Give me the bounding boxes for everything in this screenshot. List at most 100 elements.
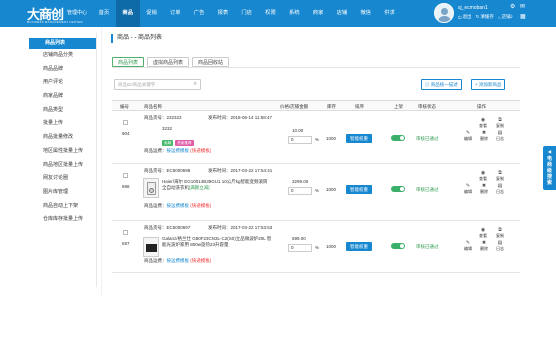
product-stock[interactable]: 1000 [326, 244, 336, 249]
freight-template-link[interactable]: 按运费模板 [167, 148, 190, 153]
sidebar-item[interactable]: 仓库库存批量上传 [29, 213, 96, 227]
edit-button[interactable]: ✎ 编辑 [461, 131, 475, 142]
sidebar-item-active[interactable]: 商品列表 [29, 38, 96, 49]
copy-button[interactable]: ⧉ 复制 [493, 228, 507, 239]
nav-item-8[interactable]: 系统 [282, 0, 306, 27]
sidebar-item[interactable]: 商品品牌 [29, 63, 96, 77]
onsale-toggle[interactable] [391, 135, 405, 141]
smart-weight-button[interactable]: 智能权重 [346, 185, 372, 194]
store-link[interactable]: ⌂ 店铺 [498, 14, 511, 20]
top-bar: 大商创 管理中心 BUSINESS MANAGEMENT CENTER 首页 商品… [0, 0, 556, 27]
product-title[interactable]: Haier/海尔 EG10014B39GU1 10公斤kg智能变频滚筒全自动洗衣… [162, 179, 272, 191]
exit-link[interactable]: ⏻ 退出 [458, 14, 472, 20]
product-price[interactable]: 3299.00 [292, 179, 308, 184]
sidebar-item[interactable]: 商品地区批量上传 [29, 159, 96, 173]
logo[interactable]: 大商创 管理中心 BUSINESS MANAGEMENT CENTER [27, 4, 87, 24]
freight-template-link[interactable]: 按运费模板 [167, 203, 190, 208]
delete-button[interactable]: ✖ 删除 [477, 184, 491, 195]
nav-item-9[interactable]: 商家 [306, 0, 330, 27]
nav-item-5[interactable]: 报表 [211, 0, 235, 27]
tab-0[interactable]: 商品列表 [112, 57, 145, 67]
log-button[interactable]: ▤ 日志 [493, 131, 507, 142]
grid-icon[interactable]: ▦ [520, 14, 526, 20]
nav-item-11[interactable]: 微信 [354, 0, 378, 27]
product-time: 发布时间：2017-03-22 17:53:53 [208, 225, 273, 230]
product-freight: 商品运费：按运费模板 (快递模板) [144, 148, 212, 153]
product-thumbnail[interactable] [143, 178, 159, 198]
row-checkbox[interactable] [123, 230, 128, 235]
product-freight: 商品运费：按运费模板 (快递模板) [144, 203, 212, 208]
sidebar-item[interactable]: 地区属性批量上传 [29, 145, 96, 159]
clear-cache-link[interactable]: ↻ 清缓存 [476, 14, 494, 20]
nav-item-12[interactable]: 供求 [378, 0, 402, 27]
product-id: 697 [122, 241, 130, 246]
delete-button[interactable]: ✖ 删除 [477, 131, 491, 142]
search-float-tab[interactable]: ◀ 电商级搜索 [543, 146, 556, 190]
product-tags: 免邮 热卖推荐 [162, 140, 196, 146]
row-checkbox[interactable] [123, 173, 128, 178]
product-price[interactable]: 10.00 [292, 128, 303, 133]
sidebar-item[interactable]: 店铺商品分类 [29, 49, 96, 63]
sidebar-item[interactable]: 商品批量修改 [29, 131, 96, 145]
bell-icon[interactable]: ♪ [510, 14, 516, 20]
nav-item-6[interactable]: 门店 [235, 0, 259, 27]
product-price[interactable]: 599.00 [292, 236, 306, 241]
copy-button[interactable]: ⧉ 复制 [493, 118, 507, 129]
copy-button[interactable]: ⧉ 复制 [493, 171, 507, 182]
main-nav: 首页 商品 促销 订单 广告 报表 门店 权限 系统 商家 店铺 微信 供求 [92, 0, 401, 27]
gear-icon[interactable]: ⚙ [510, 4, 516, 10]
onsale-toggle[interactable] [391, 186, 405, 192]
view-button[interactable]: ◉ 查看 [476, 118, 490, 129]
sidebar-item[interactable]: 批量上传 [29, 117, 96, 131]
percent-sign: % [315, 188, 320, 193]
percent-input[interactable]: 0 [288, 187, 312, 195]
sidebar-item[interactable]: 商品自动上下架 [29, 200, 96, 214]
view-button[interactable]: ◉ 查看 [476, 171, 490, 182]
nav-item-0[interactable]: 首页 [92, 0, 116, 27]
nav-item-3[interactable]: 订单 [163, 0, 187, 27]
sidebar-item[interactable]: 网友讨论圈 [29, 172, 96, 186]
product-title[interactable]: Galanz/格兰仕 G80F23CN3L-C2(S0)立品微波炉20L 智能光… [162, 236, 274, 248]
search-input[interactable]: 商品ID/商品关键字 ⌕ [114, 79, 201, 90]
audit-status: 审核已通过 [416, 187, 439, 192]
onsale-toggle[interactable] [391, 243, 405, 249]
table-row: 698 商品货号：EC5000698 发布时间：2017-03-22 17:54:4… [112, 164, 520, 221]
sidebar: 商品列表 店铺商品分类 商品品牌 用户评论 商家品牌 商品类型 批量上传 商品批量修改 地区属… [29, 33, 97, 287]
product-stock[interactable]: 1000 [326, 187, 336, 192]
nav-item-4[interactable]: 广告 [187, 0, 211, 27]
sidebar-item[interactable]: 用户评论 [29, 76, 96, 90]
edit-button[interactable]: ✎ 编辑 [461, 241, 475, 252]
nav-item-2[interactable]: 促销 [140, 0, 164, 27]
add-product-button[interactable]: + 添加新商品 [471, 79, 506, 90]
log-button[interactable]: ▤ 日志 [493, 241, 507, 252]
avatar[interactable] [434, 3, 454, 23]
sidebar-item[interactable]: 商家品牌 [29, 90, 96, 104]
nav-item-10[interactable]: 店铺 [330, 0, 354, 27]
nav-item-1[interactable]: 商品 [115, 0, 140, 27]
username[interactable]: sj_ecmoban1 [458, 5, 488, 11]
col-onsale: 上架 [394, 103, 403, 109]
smart-weight-button[interactable]: 智能权重 [346, 134, 372, 143]
sidebar-item[interactable]: 商品类型 [29, 104, 96, 118]
edit-button[interactable]: ✎ 编辑 [461, 184, 475, 195]
tab-2[interactable]: 商品回收站 [192, 57, 230, 67]
log-button[interactable]: ▤ 日志 [493, 184, 507, 195]
mail-icon[interactable]: ✉ [520, 4, 526, 10]
product-stock[interactable]: 1000 [326, 136, 336, 141]
row-checkbox[interactable] [123, 120, 128, 125]
percent-input[interactable]: 0 [288, 244, 312, 252]
product-title[interactable]: 3232 [162, 126, 172, 131]
freight-template-link[interactable]: 按运费模板 [167, 258, 190, 263]
col-no[interactable]: 编号 [120, 104, 129, 110]
tab-1[interactable]: 虚拟商品列表 [147, 57, 190, 67]
nav-item-7[interactable]: 权限 [259, 0, 283, 27]
smart-weight-button[interactable]: 智能权重 [346, 242, 372, 251]
sidebar-item[interactable]: 图片库管理 [29, 186, 96, 200]
delete-button[interactable]: ✖ 删除 [477, 241, 491, 252]
percent-input[interactable]: 0 [288, 136, 312, 144]
product-thumbnail[interactable] [143, 237, 159, 257]
search-icon[interactable]: ⌕ [194, 81, 197, 88]
table-row: 904 商品货号：232323 发布时间：2018-06-14 11:58:47 32… [112, 111, 520, 164]
view-button[interactable]: ◉ 查看 [476, 228, 490, 239]
bulk-desc-button[interactable]: ▤ 商品统一描述 [421, 79, 462, 90]
